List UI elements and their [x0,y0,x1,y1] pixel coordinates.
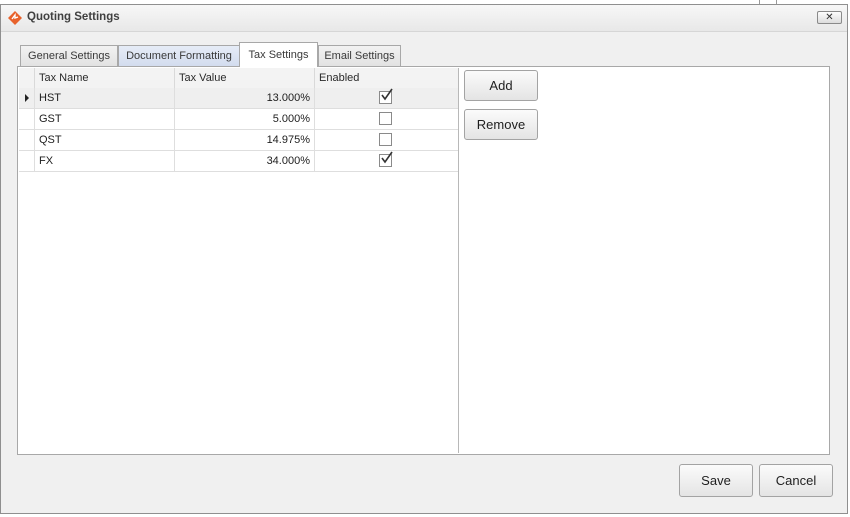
tab-general-settings[interactable]: General Settings [20,45,118,66]
enabled-checkbox[interactable] [379,88,393,104]
tax-name-cell[interactable]: QST [35,130,175,150]
tax-value-cell[interactable]: 13.000% [175,88,315,108]
row-indicator-icon [25,94,29,102]
tax-value-cell[interactable]: 5.000% [175,109,315,129]
tab-label: Tax Settings [248,49,309,61]
header-indicator-cell [19,68,35,88]
tab-label: Email Settings [324,50,395,62]
row-indicator-cell [19,130,35,150]
tab-label: Document Formatting [126,50,232,62]
table-row[interactable]: QST 14.975% [19,130,458,151]
tab-email-settings[interactable]: Email Settings [318,45,401,66]
tax-value-cell[interactable]: 34.000% [175,151,315,171]
row-indicator-cell [19,109,35,129]
checkmark-icon [381,151,393,164]
table-row[interactable]: HST 13.000% [19,88,458,109]
title-bar: Quoting Settings ✕ [1,5,847,32]
remove-button[interactable]: Remove [464,109,538,140]
enabled-checkbox[interactable] [379,133,392,146]
cancel-button[interactable]: Cancel [759,464,833,497]
enabled-cell [315,130,458,150]
enabled-checkbox[interactable] [379,112,392,125]
row-indicator-cell [19,88,35,108]
close-icon: ✕ [825,12,834,23]
save-button[interactable]: Save [679,464,753,497]
table-row[interactable]: GST 5.000% [19,109,458,130]
tax-value-cell[interactable]: 14.975% [175,130,315,150]
tax-settings-panel: Tax Name Tax Value Enabled HST 13.000% G… [17,66,830,455]
tax-name-cell[interactable]: HST [35,88,175,108]
enabled-checkbox[interactable] [379,151,393,167]
enabled-cell [315,151,458,171]
grid-header: Tax Name Tax Value Enabled [19,68,458,89]
tab-tax-settings[interactable]: Tax Settings [239,42,318,67]
table-row[interactable]: FX 34.000% [19,151,458,172]
column-header-tax-name[interactable]: Tax Name [35,68,175,88]
enabled-cell [315,109,458,129]
tax-grid: Tax Name Tax Value Enabled HST 13.000% G… [19,68,459,453]
tab-document-formatting[interactable]: Document Formatting [118,45,240,66]
add-button[interactable]: Add [464,70,538,101]
column-header-enabled[interactable]: Enabled [315,68,458,88]
row-indicator-cell [19,151,35,171]
column-header-tax-value[interactable]: Tax Value [175,68,315,88]
tab-label: General Settings [28,50,110,62]
checkmark-icon [381,88,393,101]
quoting-settings-dialog: Quoting Settings ✕ General Settings Docu… [0,4,848,514]
window-title: Quoting Settings [27,11,120,23]
enabled-cell [315,88,458,108]
tax-name-cell[interactable]: FX [35,151,175,171]
tax-name-cell[interactable]: GST [35,109,175,129]
close-button[interactable]: ✕ [817,11,842,24]
app-logo-icon [8,11,22,25]
